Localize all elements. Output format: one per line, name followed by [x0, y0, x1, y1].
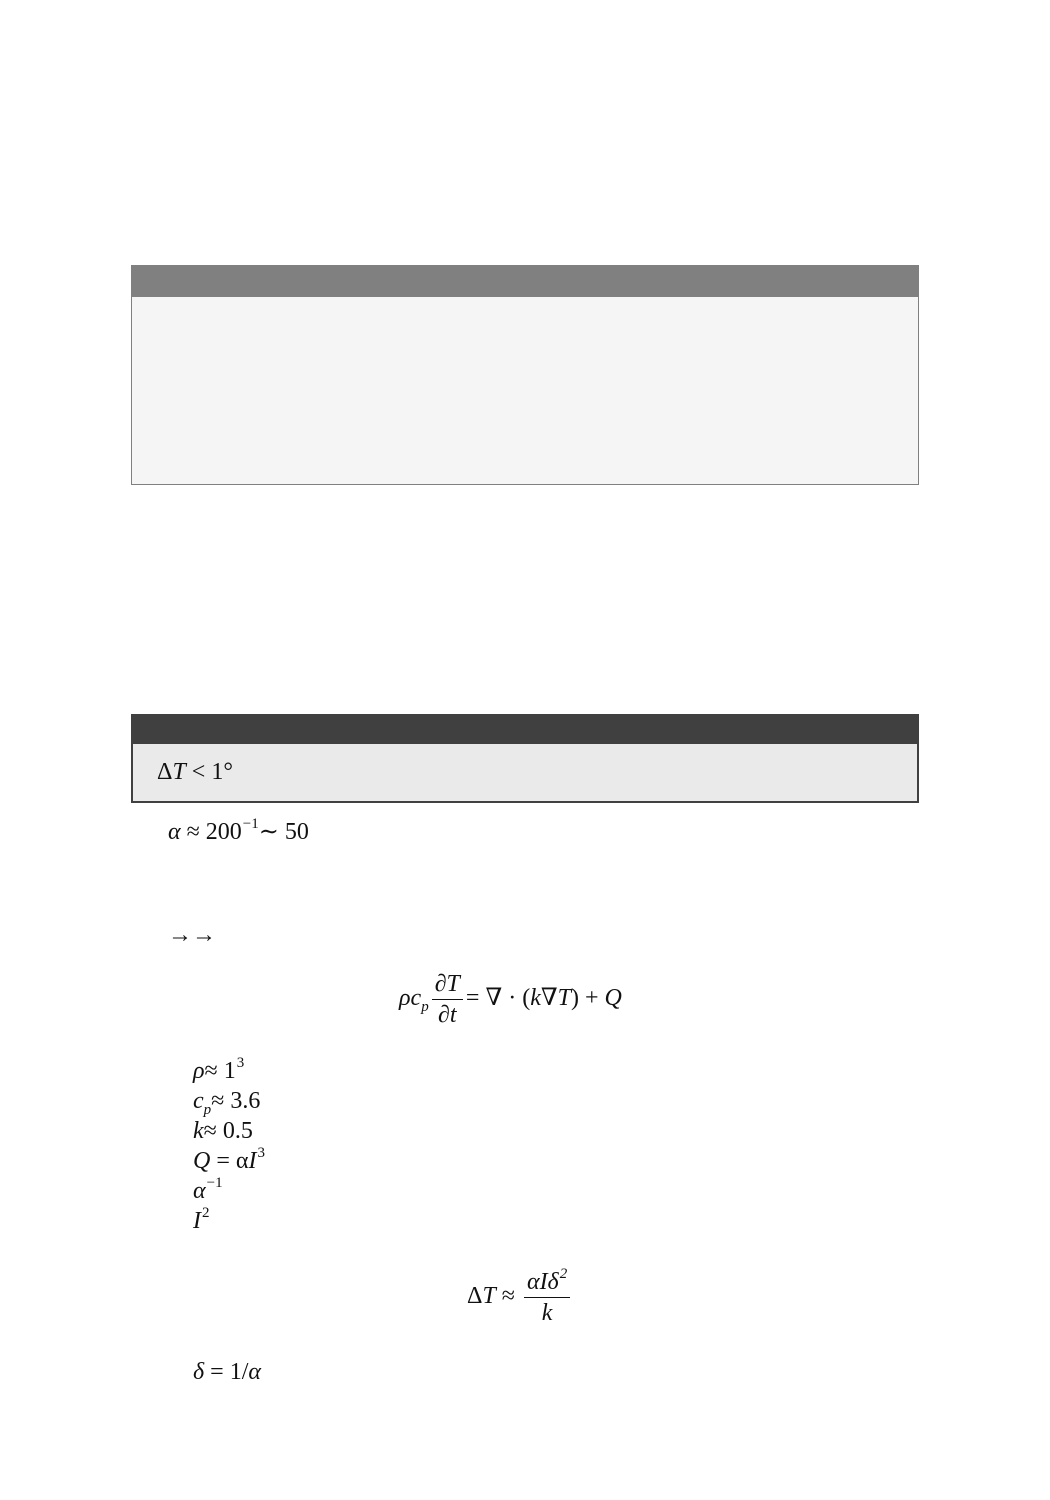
info-box-grey-header	[132, 266, 918, 297]
param-heat-source: Q = αI3	[193, 1145, 265, 1174]
param-conductivity: k≈ 0.5	[193, 1118, 253, 1144]
param-intensity: I2	[193, 1205, 210, 1234]
heat-equation: ρcp ∂T ∂t = ∇ · (k∇T) + Q	[399, 971, 622, 1028]
time-derivative: ∂T ∂t	[431, 972, 463, 1027]
info-box-grey	[131, 265, 919, 485]
temperature-condition: ΔT < 1°	[157, 759, 233, 785]
delta-definition: δ = 1/α	[193, 1359, 261, 1385]
param-density: ρ≈ 13	[193, 1055, 245, 1084]
delta-t-equation: ΔT ≈ αIδ2 k	[467, 1267, 573, 1325]
param-heat-capacity: cp≈ 3.6	[193, 1088, 261, 1118]
delta-t-fraction: αIδ2 k	[523, 1267, 571, 1325]
info-box-dark-header	[133, 716, 917, 744]
info-box-dark: ΔT < 1°	[131, 714, 919, 803]
param-alpha: α−1	[193, 1175, 223, 1204]
arrows: →→	[168, 922, 216, 948]
alpha-estimate: α ≈ 200−1∼ 50	[168, 816, 309, 845]
